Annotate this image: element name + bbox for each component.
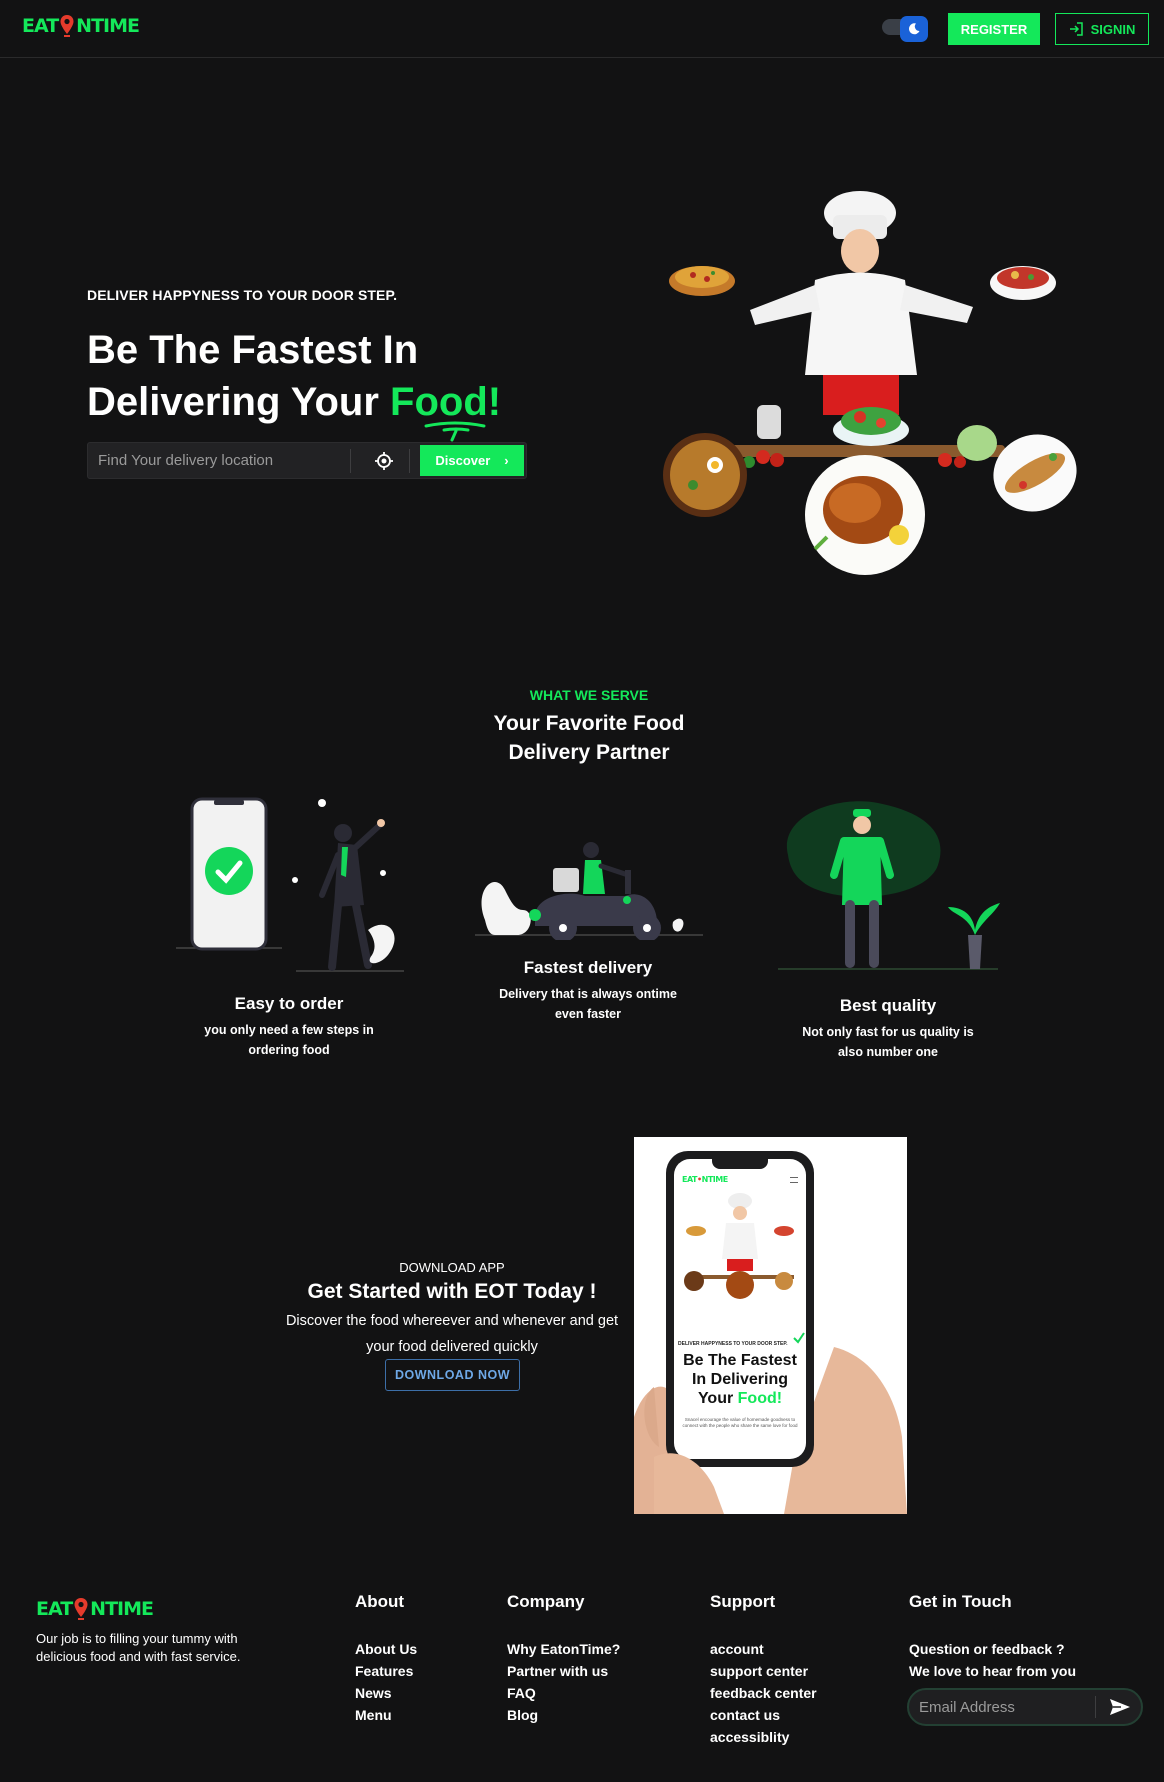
- feature-card-best-quality: Best quality Not only fast for us qualit…: [758, 996, 1018, 1062]
- location-search-bar: Discover ›: [87, 442, 527, 479]
- location-pin-icon: [74, 1598, 88, 1620]
- footer-link-menu[interactable]: Menu: [355, 1704, 417, 1726]
- footer-link-about-us[interactable]: About Us: [355, 1638, 417, 1660]
- footer-column-support: Support account support center feedback …: [710, 1592, 817, 1748]
- mockup-chef-image: [684, 1193, 794, 1299]
- register-button[interactable]: REGISTER: [948, 13, 1040, 45]
- footer-column-company: Company Why EatonTime? Partner with us F…: [507, 1592, 620, 1726]
- footer-link-account[interactable]: account: [710, 1638, 817, 1660]
- footer-link-features[interactable]: Features: [355, 1660, 417, 1682]
- feature-card-easy-order: Easy to order you only need a few steps …: [159, 994, 419, 1060]
- discover-label: Discover: [435, 453, 491, 468]
- hero-chef-image: [663, 191, 1077, 575]
- footer-description: Our job is to filling your tummy with de…: [36, 1631, 241, 1664]
- feature-title: Best quality: [839, 996, 937, 1015]
- best-quality-illustration: [778, 801, 1000, 970]
- serve-eyebrow: WHAT WE SERVE: [529, 687, 649, 703]
- easy-order-illustration: [176, 797, 404, 972]
- location-pin-icon: [60, 15, 74, 37]
- theme-toggle[interactable]: [882, 16, 928, 42]
- footer-link-accessibility[interactable]: accessiblity: [710, 1726, 817, 1748]
- logo-text-right: NTIME: [76, 15, 140, 37]
- top-navbar: EAT NTIME REGISTER SIGNIN: [0, 0, 1164, 58]
- email-input[interactable]: [909, 1690, 1089, 1724]
- serve-title-line2: Delivery Partner: [508, 741, 670, 764]
- feature-desc-line1: Delivery that is always ontime: [499, 987, 677, 1001]
- fast-delivery-illustration: [475, 842, 703, 940]
- feature-desc-line1: Not only fast for us quality is: [802, 1025, 974, 1039]
- footer-link-partner[interactable]: Partner with us: [507, 1660, 620, 1682]
- scribble-decoration: [424, 421, 486, 442]
- hero-title: Be The Fastest In Delivering Your Food!: [87, 324, 557, 442]
- crosshair-icon: [375, 452, 393, 470]
- footer-column-about: About About Us Features News Menu: [355, 1592, 417, 1726]
- feature-card-fast-delivery: Fastest delivery Delivery that is always…: [458, 958, 718, 1024]
- hero-eyebrow: DELIVER HAPPYNESS TO YOUR DOOR STEP.: [87, 287, 398, 303]
- brand-logo[interactable]: EAT NTIME: [22, 14, 140, 38]
- logo-text-left: EAT: [22, 15, 59, 37]
- mockup-tiny-text: Snacel encourage the value of homemade g…: [682, 1417, 798, 1428]
- feature-desc-line1: you only need a few steps in: [204, 1023, 374, 1037]
- footer-heading: Support: [710, 1592, 776, 1611]
- download-eyebrow: DOWNLOAD APP: [399, 1260, 505, 1275]
- phone-frame: EAT • NTIME DELIVER HAPPYNESS TO YOUR DOOR…: [666, 1151, 814, 1467]
- hero-title-highlight: Food!: [390, 380, 502, 424]
- feature-desc-line2: also number one: [837, 1045, 939, 1059]
- newsletter-form: [907, 1688, 1143, 1726]
- footer-heading: Get in Touch: [909, 1592, 1012, 1611]
- send-icon: [1110, 1699, 1130, 1715]
- chevron-right-icon: ›: [504, 453, 509, 468]
- touch-line1: Question or feedback ?: [909, 1641, 1065, 1657]
- feature-title: Easy to order: [234, 994, 344, 1013]
- footer-link-why[interactable]: Why EatonTime?: [507, 1638, 620, 1660]
- mockup-eyebrow: DELIVER HAPPYNESS TO YOUR DOOR STEP.: [678, 1341, 788, 1347]
- moon-icon: [908, 23, 920, 35]
- download-text: Discover the food whereever and whenever…: [285, 1313, 619, 1355]
- download-title: Get Started with EOT Today !: [307, 1280, 597, 1303]
- footer-logo[interactable]: EAT NTIME: [36, 1597, 154, 1621]
- footer-link-support-center[interactable]: support center: [710, 1660, 817, 1682]
- login-icon: [1069, 22, 1083, 36]
- app-mockup-image: EAT • NTIME DELIVER HAPPYNESS TO YOUR DOOR…: [634, 1137, 907, 1514]
- phone-screen: EAT • NTIME DELIVER HAPPYNESS TO YOUR DOOR…: [674, 1159, 806, 1459]
- send-button[interactable]: [1105, 1694, 1135, 1720]
- footer-link-news[interactable]: News: [355, 1682, 417, 1704]
- mockup-check-icon: [793, 1332, 805, 1344]
- footer-column-touch: Get in Touch Question or feedback ? We l…: [909, 1592, 1076, 1682]
- locate-button[interactable]: [366, 449, 402, 473]
- signin-label: SIGNIN: [1090, 21, 1136, 37]
- discover-button[interactable]: Discover ›: [420, 445, 524, 476]
- footer-link-contact[interactable]: contact us: [710, 1704, 817, 1726]
- mockup-logo: EAT • NTIME: [682, 1175, 728, 1184]
- serve-title-line1: Your Favorite Food: [493, 712, 685, 735]
- feature-desc-line2: ordering food: [248, 1043, 330, 1057]
- location-input[interactable]: [88, 443, 348, 478]
- signin-button[interactable]: SIGNIN: [1055, 13, 1149, 45]
- mockup-title: Be The Fastest In Delivering Your Food!: [683, 1352, 797, 1407]
- feature-title: Fastest delivery: [523, 958, 653, 977]
- hero-title-line2: Delivering Your: [87, 380, 391, 424]
- feature-desc-line2: even faster: [554, 1007, 621, 1021]
- thumb: [654, 1453, 724, 1514]
- footer-link-feedback-center[interactable]: feedback center: [710, 1682, 817, 1704]
- serve-title: Your Favorite Food Delivery Partner: [0, 709, 1164, 767]
- footer-heading: Company: [507, 1592, 585, 1611]
- hamburger-menu-icon: [790, 1177, 798, 1183]
- footer-heading: About: [355, 1592, 405, 1611]
- hero-title-line1: Be The Fastest In: [87, 328, 419, 372]
- download-now-button[interactable]: DOWNLOAD NOW: [385, 1359, 520, 1391]
- touch-line2: We love to hear from you: [909, 1663, 1076, 1679]
- footer-link-faq[interactable]: FAQ: [507, 1682, 620, 1704]
- footer-link-blog[interactable]: Blog: [507, 1704, 620, 1726]
